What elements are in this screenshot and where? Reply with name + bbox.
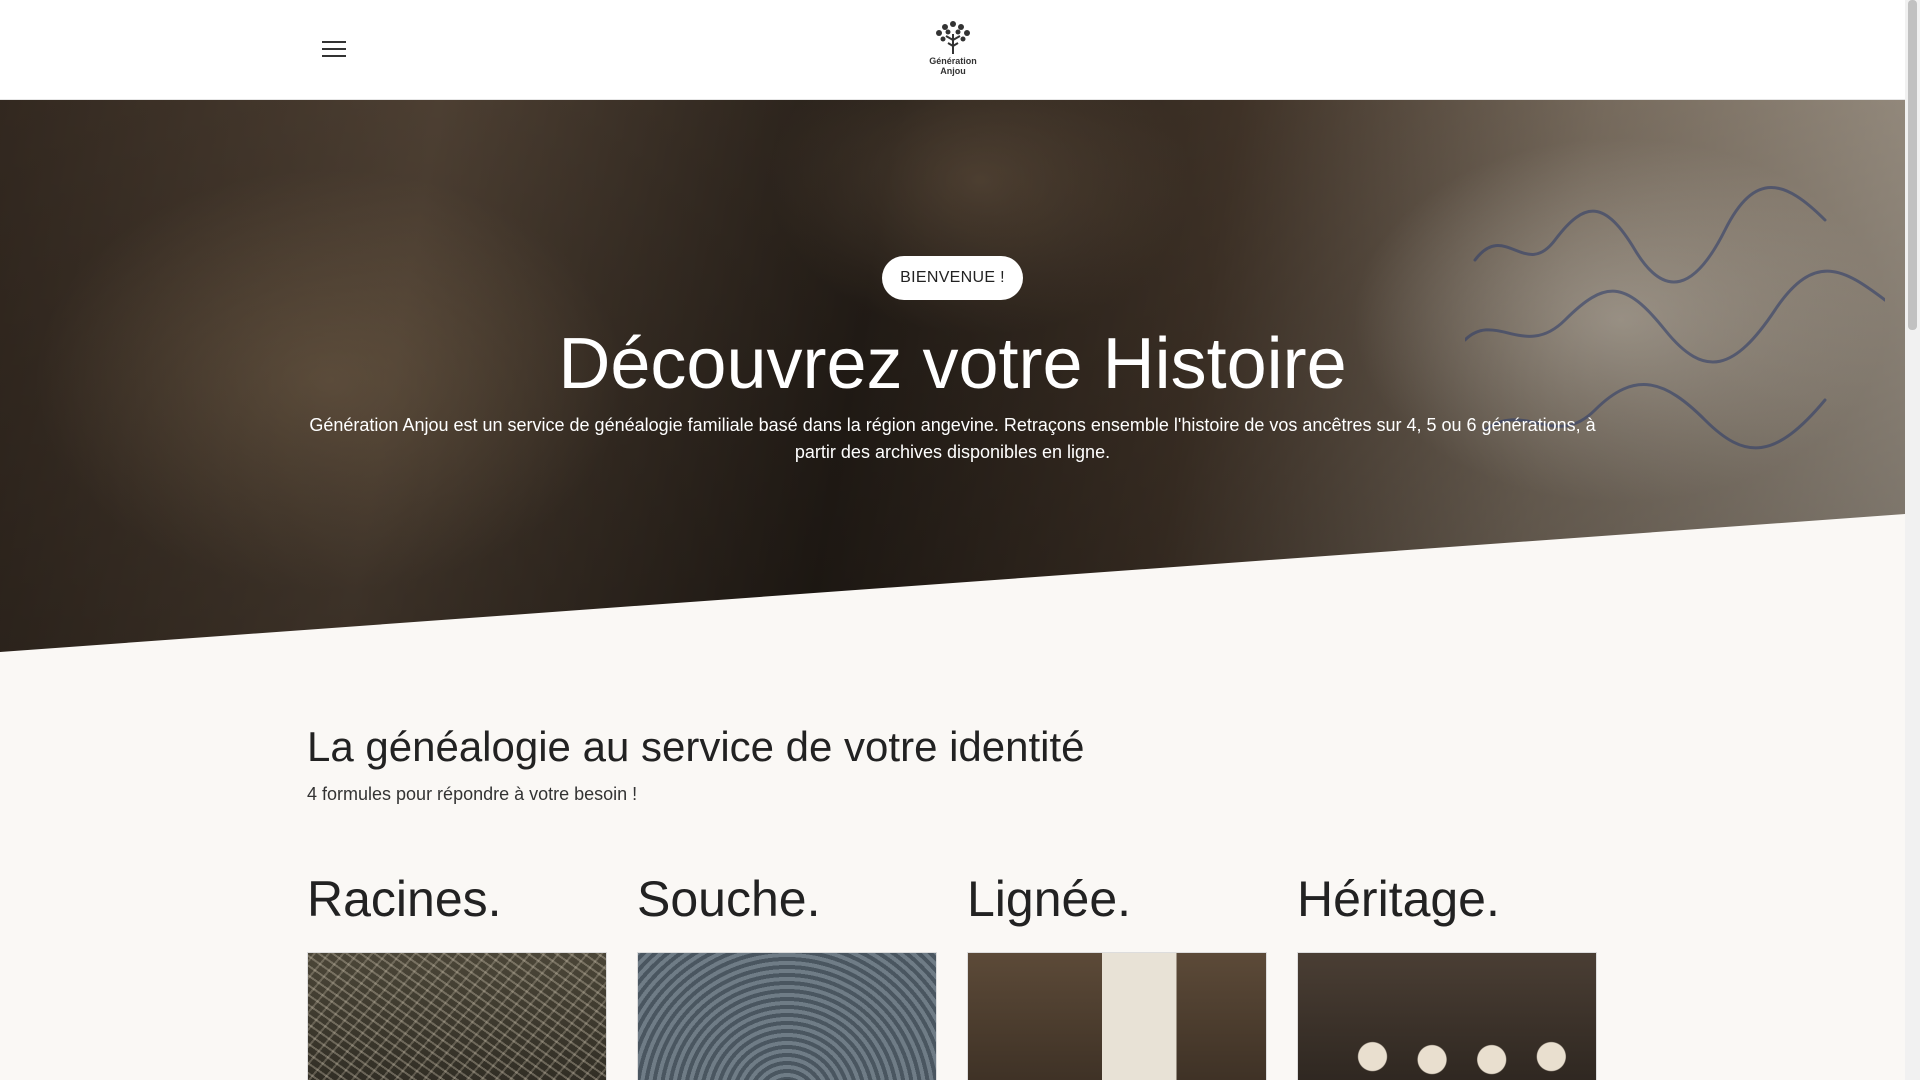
formula-card-racines[interactable]: Racines.: [307, 868, 607, 1080]
formula-card-souche[interactable]: Souche.: [637, 868, 937, 1080]
page-scrollbar[interactable]: [1905, 0, 1920, 1080]
formula-image-photos[interactable]: [967, 952, 1267, 1080]
site-logo[interactable]: Génération Anjou: [918, 18, 988, 82]
logo-text-line1: Génération: [929, 56, 977, 66]
scrollbar-thumb[interactable]: [1908, 0, 1917, 330]
formula-image-roots[interactable]: [307, 952, 607, 1080]
hamburger-menu-icon[interactable]: [319, 36, 349, 62]
formula-card-heritage[interactable]: Héritage.: [1297, 868, 1597, 1080]
formula-title: Héritage.: [1297, 871, 1500, 927]
welcome-badge: BIENVENUE !: [882, 256, 1023, 300]
section-subtitle: 4 formules pour répondre à votre besoin …: [307, 784, 638, 804]
hero-banner: BIENVENUE ! Découvrez votre Histoire Gén…: [0, 100, 1905, 652]
hero-description: Génération Anjou est un service de généa…: [309, 415, 1596, 462]
site-header: Génération Anjou: [0, 0, 1905, 100]
tree-icon: [936, 21, 970, 54]
formula-image-family-portrait[interactable]: [1297, 952, 1597, 1080]
logo-text-line2: Anjou: [940, 66, 966, 76]
section-title: La généalogie au service de votre identi…: [307, 723, 1085, 770]
formula-title: Racines.: [307, 871, 502, 927]
formula-image-stump[interactable]: [637, 952, 937, 1080]
hero-title: Découvrez votre Histoire: [558, 324, 1347, 404]
formula-title: Lignée.: [967, 871, 1132, 927]
formula-card-lignee[interactable]: Lignée.: [967, 868, 1267, 1080]
formula-title: Souche.: [637, 871, 821, 927]
